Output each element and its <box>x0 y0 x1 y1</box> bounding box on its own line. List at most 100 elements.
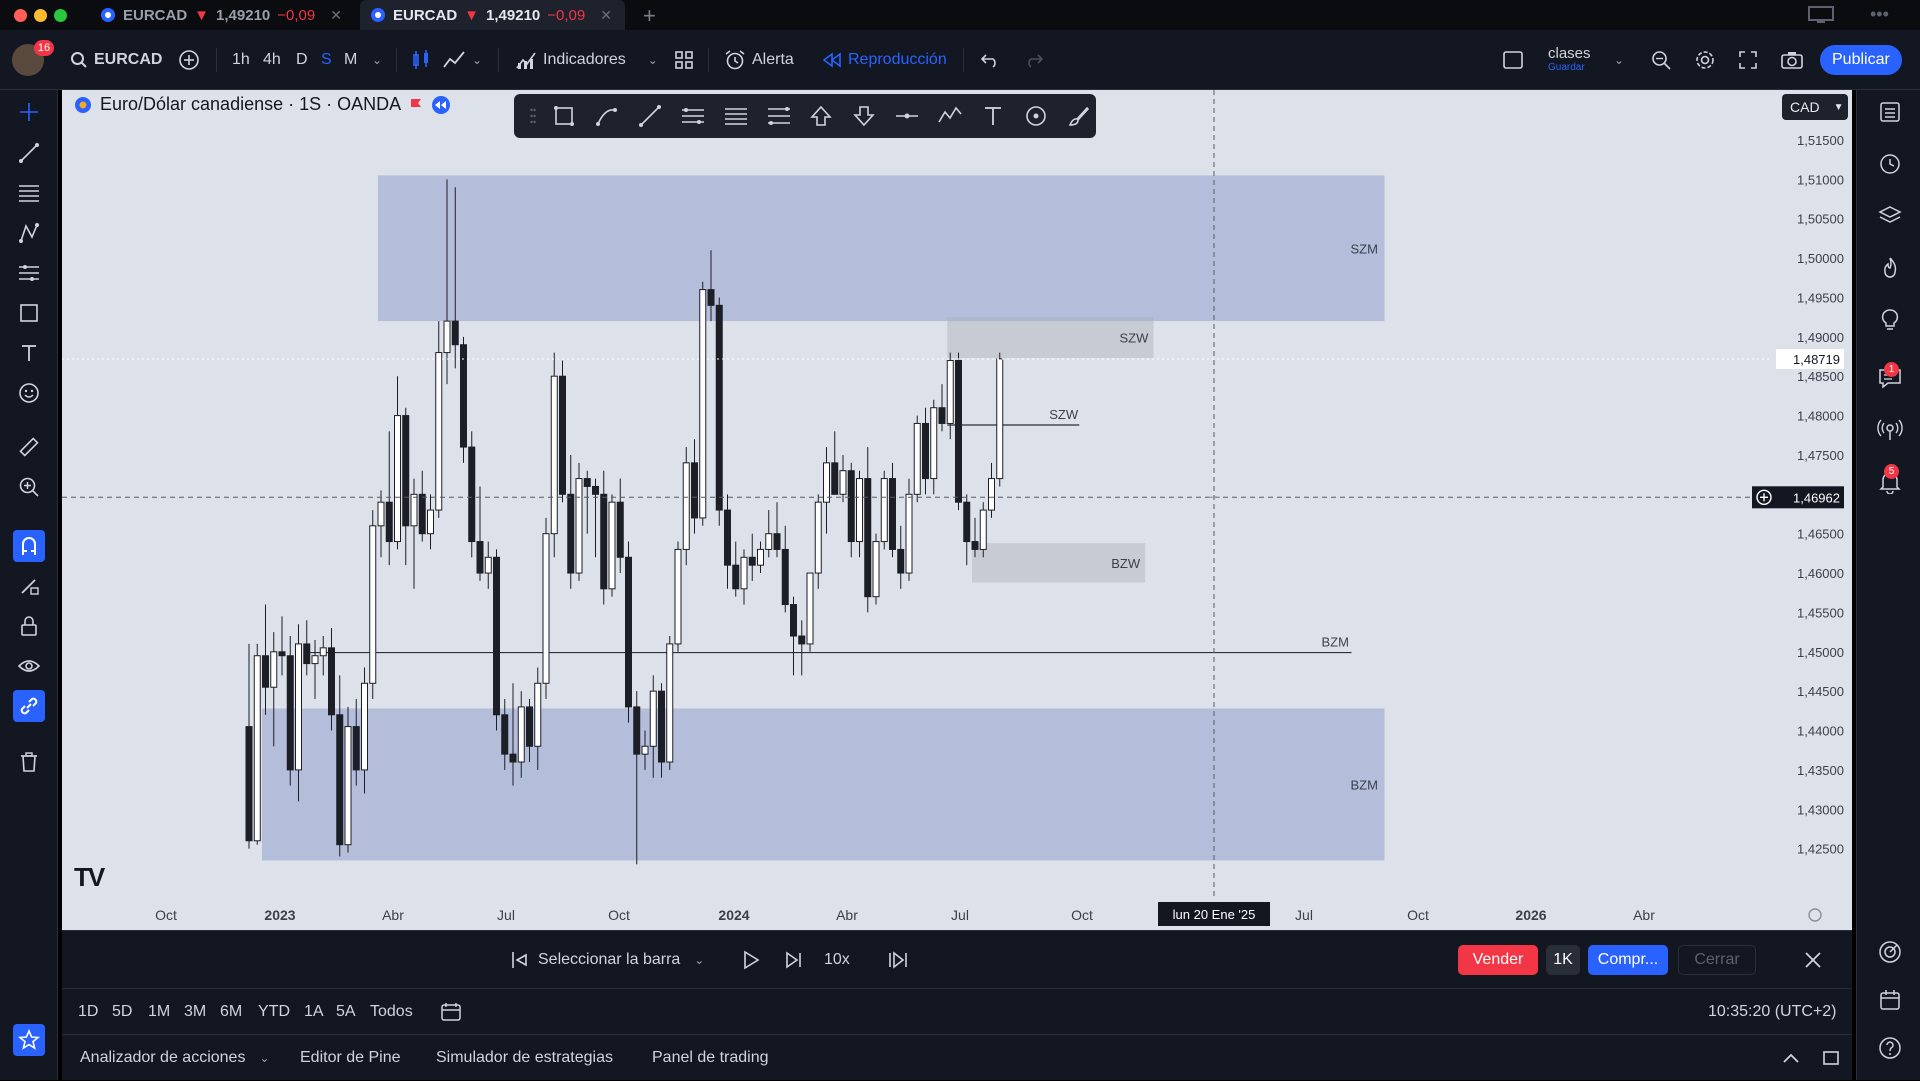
candle-down[interactable] <box>476 541 484 574</box>
candle-down[interactable] <box>385 501 393 543</box>
drag-handle[interactable] <box>528 99 538 133</box>
candle-up[interactable] <box>872 541 880 598</box>
range-6m[interactable]: 6M <box>220 989 242 1035</box>
candle-up[interactable] <box>699 289 707 519</box>
close-tab-icon[interactable]: ✕ <box>330 7 342 24</box>
minimize-window-button[interactable] <box>34 9 47 22</box>
line-draw-button[interactable] <box>633 99 667 133</box>
circle-draw-button[interactable] <box>1019 99 1053 133</box>
candle-down[interactable] <box>336 714 344 846</box>
candle-down[interactable] <box>707 289 715 306</box>
candle-down[interactable] <box>625 556 632 708</box>
layout-save-menu[interactable]: clases Guardar <box>1548 46 1591 73</box>
pattern-tool[interactable] <box>13 217 45 249</box>
screen-icon[interactable] <box>1808 6 1834 24</box>
chart-area[interactable]: SZM SZW BZW BZM SZW BZM 1,51500 1,51000 1,50500 1… <box>62 90 1852 930</box>
layout-dropdown-icon[interactable]: ⌄ <box>1614 30 1624 90</box>
symbol-search-button[interactable]: EURCAD <box>70 30 162 90</box>
watchlist-favorite-tool[interactable] <box>13 1024 45 1056</box>
calendar-button[interactable] <box>1874 984 1906 1016</box>
settings-button[interactable] <box>1694 30 1716 90</box>
candle-down[interactable] <box>847 470 855 543</box>
replay-mode-icon[interactable] <box>431 95 451 115</box>
candle-up[interactable] <box>641 745 649 755</box>
candle-up[interactable] <box>880 478 888 543</box>
range-1m[interactable]: 1M <box>148 989 170 1035</box>
price-chart[interactable]: SZM SZW BZW BZM SZW BZM 1,51500 1,51000 1,50500 1… <box>62 90 1852 930</box>
rectangle-draw-button[interactable] <box>547 99 581 133</box>
candle-up[interactable] <box>814 501 822 574</box>
help-button[interactable] <box>1874 1032 1906 1064</box>
candle-down[interactable] <box>559 375 566 495</box>
candle-down[interactable] <box>773 533 781 550</box>
range-5a[interactable]: 5A <box>336 989 356 1035</box>
candle-down[interactable] <box>616 501 624 558</box>
candle-up[interactable] <box>534 682 542 747</box>
candle-down[interactable] <box>526 706 533 747</box>
wave-pattern-button[interactable] <box>933 99 967 133</box>
tab-trading-panel[interactable]: Panel de trading <box>652 1035 769 1081</box>
trend-line-tool[interactable] <box>13 137 45 169</box>
arrow-up-button[interactable] <box>805 99 839 133</box>
candle-down[interactable] <box>460 344 467 448</box>
magnet-tool[interactable] <box>13 530 45 562</box>
close-position-button[interactable]: Cerrar <box>1678 945 1756 975</box>
visibility-tool[interactable] <box>13 650 45 682</box>
candle-down[interactable] <box>592 485 599 495</box>
candle-up[interactable] <box>443 320 451 354</box>
replay-speed-button[interactable]: 10x <box>824 931 850 989</box>
new-tab-icon[interactable]: + <box>643 3 656 29</box>
candle-up[interactable] <box>311 655 319 665</box>
brush-draw-button[interactable] <box>1062 99 1096 133</box>
browser-tab-1[interactable]: EURCAD ▼ 1,49210 −0,09 ✕ <box>90 0 355 30</box>
range-1a[interactable]: 1A <box>304 989 324 1035</box>
candle-down[interactable] <box>633 706 641 755</box>
maximize-panel-button[interactable] <box>1822 1035 1840 1081</box>
tab-pine-editor[interactable]: Editor de Pine <box>300 1035 401 1081</box>
candle-down[interactable] <box>600 493 608 590</box>
candle-down[interactable] <box>724 509 731 566</box>
range-5d[interactable]: 5D <box>112 989 132 1035</box>
parallel-channel-button[interactable] <box>676 99 710 133</box>
step-forward-button[interactable] <box>784 931 804 989</box>
candle-down[interactable] <box>583 478 591 487</box>
candle-up[interactable] <box>270 651 278 688</box>
candle-down[interactable] <box>352 726 360 771</box>
candle-up[interactable] <box>410 493 418 527</box>
candle-down[interactable] <box>658 690 665 763</box>
candle-down[interactable] <box>897 548 905 574</box>
candle-down[interactable] <box>303 643 311 665</box>
candle-down[interactable] <box>328 647 335 716</box>
candle-up[interactable] <box>427 509 434 535</box>
interval-m[interactable]: M <box>344 30 357 90</box>
window-toggle-button[interactable] <box>1502 30 1524 90</box>
arrow-down-button[interactable] <box>847 99 881 133</box>
candle-down[interactable] <box>790 604 797 637</box>
more-icon[interactable]: ••• <box>1870 4 1889 25</box>
candle-up[interactable] <box>682 462 690 550</box>
candle-down[interactable] <box>864 478 872 598</box>
candle-down[interactable] <box>451 320 459 346</box>
remove-drawings-tool[interactable] <box>13 746 45 778</box>
publish-button[interactable]: Publicar <box>1820 30 1902 90</box>
candle-up[interactable] <box>394 415 401 543</box>
candle-down[interactable] <box>691 462 698 519</box>
candle-down[interactable] <box>798 635 806 645</box>
candle-down[interactable] <box>262 655 269 688</box>
compare-symbol-button[interactable] <box>178 30 200 90</box>
sync-drawings-tool[interactable] <box>13 690 45 722</box>
candle-up[interactable] <box>674 548 682 645</box>
alerts-button[interactable] <box>1874 148 1906 180</box>
drawing-mode-tool[interactable] <box>13 570 45 602</box>
replay-button[interactable]: Reproducción <box>822 30 947 90</box>
tab-stock-screener[interactable]: Analizador de acciones ⌄ <box>80 1035 270 1081</box>
candle-down[interactable] <box>501 714 509 755</box>
text-draw-button[interactable] <box>976 99 1010 133</box>
candle-up[interactable] <box>649 690 657 747</box>
candle-up[interactable] <box>253 655 261 842</box>
candle-up[interactable] <box>666 643 674 763</box>
quantity-button[interactable]: 1K <box>1546 945 1580 975</box>
clock-timezone[interactable]: 10:35:20 (UTC+2) <box>1708 989 1837 1035</box>
fib-retracement-button[interactable] <box>762 99 796 133</box>
candle-up[interactable] <box>765 533 773 550</box>
